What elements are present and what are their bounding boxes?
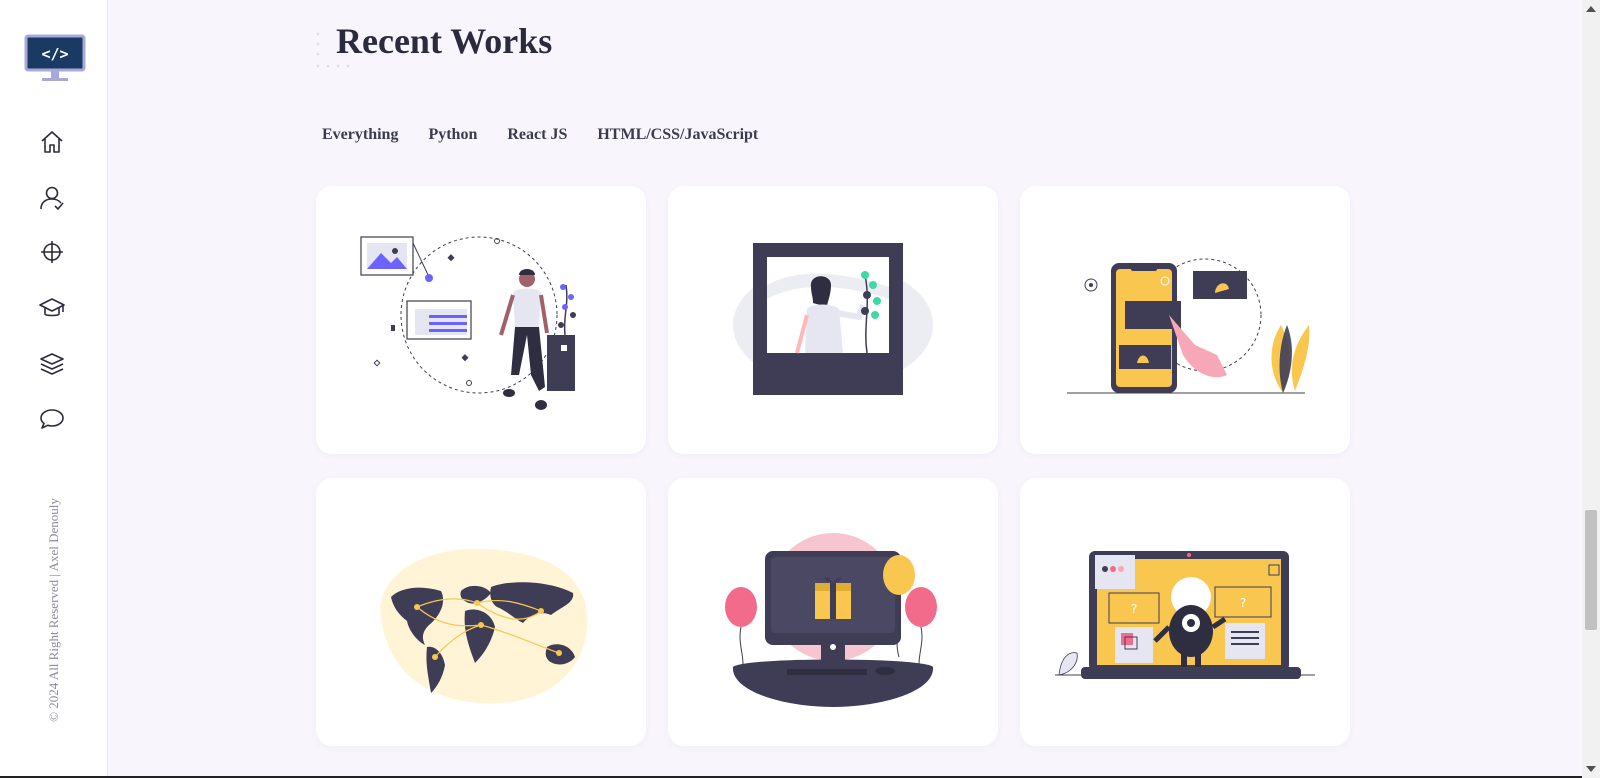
svg-text:</>: </>: [41, 45, 68, 63]
sidebar-item-services[interactable]: [38, 238, 66, 266]
woman-in-frame-illustration: [733, 243, 933, 395]
sidebar-item-portfolio[interactable]: [38, 350, 66, 378]
scroll-up-icon[interactable]: [1586, 6, 1596, 12]
work-card[interactable]: [316, 186, 646, 454]
work-card[interactable]: [668, 478, 998, 746]
copyright-text: © 2024 All Right Reserved | Axel Denouly: [46, 498, 61, 722]
filter-react-js[interactable]: React JS: [507, 126, 567, 144]
svg-text:?: ?: [1240, 596, 1246, 610]
vertical-scrollbar[interactable]: [1582, 0, 1600, 778]
graduation-cap-icon: [39, 298, 65, 317]
filter-python[interactable]: Python: [428, 126, 477, 144]
crosshair-icon: [41, 241, 63, 263]
laptop-robot-illustration: ? ?: [1055, 551, 1315, 679]
works-section: Recent Works Everything Python React JS …: [108, 0, 1558, 778]
sidebar-item-home[interactable]: [38, 128, 66, 156]
sidebar-item-about[interactable]: [38, 184, 66, 212]
layers-icon: [40, 353, 64, 375]
phone-gallery-illustration: [1067, 258, 1310, 394]
code-monitor-icon[interactable]: </>: [24, 34, 86, 84]
section-title: Recent Works: [336, 21, 553, 61]
sidebar-item-contact[interactable]: [38, 405, 66, 433]
scrollbar-thumb[interactable]: [1585, 510, 1597, 630]
man-with-cards-illustration: [360, 236, 576, 410]
user-icon: [40, 186, 64, 211]
filter-tabs: Everything Python React JS HTML/CSS/Java…: [322, 126, 758, 144]
chat-bubble-icon: [40, 409, 64, 429]
world-map-illustration: [380, 548, 588, 704]
work-card[interactable]: [1020, 186, 1350, 454]
scroll-down-icon[interactable]: [1586, 766, 1596, 772]
monitor-gift-illustration: [725, 533, 937, 707]
svg-text:?: ?: [1131, 602, 1137, 616]
sidebar: </> © 2024 All Right Reserved | Axel Den…: [0, 0, 108, 778]
work-card[interactable]: ? ?: [1020, 478, 1350, 746]
filter-html-css-javascript[interactable]: HTML/CSS/JavaScript: [597, 126, 758, 144]
home-icon: [41, 131, 63, 153]
sidebar-item-education[interactable]: [38, 294, 66, 322]
filter-everything[interactable]: Everything: [322, 126, 398, 144]
work-card[interactable]: [668, 186, 998, 454]
work-card[interactable]: [316, 478, 646, 746]
